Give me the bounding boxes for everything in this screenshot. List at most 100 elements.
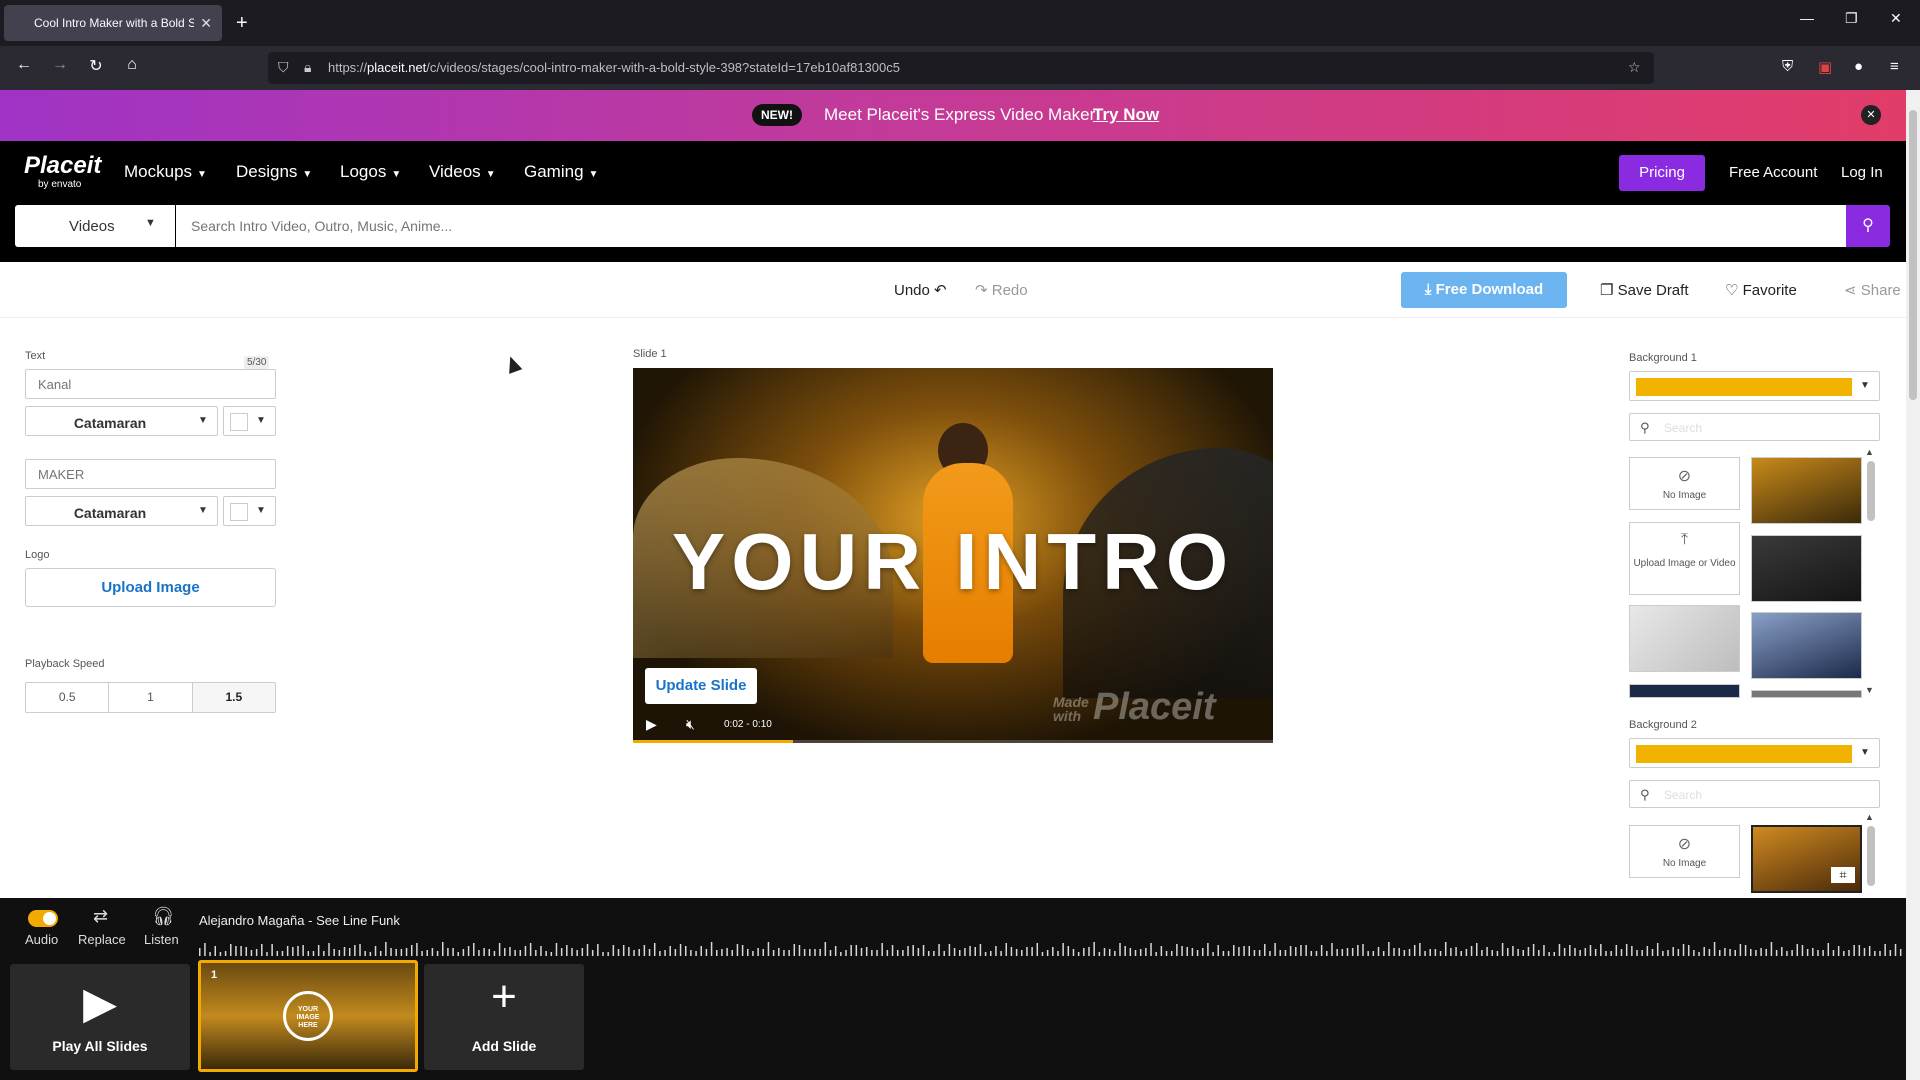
background-1-color-select[interactable]: ▼ bbox=[1629, 371, 1880, 401]
background-thumb-garage[interactable] bbox=[1751, 457, 1862, 524]
waveform-bar bbox=[348, 948, 351, 956]
waveform-bar bbox=[1553, 952, 1556, 956]
scroll-up-icon[interactable]: ▲ bbox=[1865, 812, 1874, 822]
waveform-bar bbox=[1734, 950, 1736, 956]
pricing-button[interactable]: Pricing bbox=[1619, 155, 1705, 191]
background-thumb-snow[interactable] bbox=[1751, 612, 1862, 679]
undo-button[interactable]: Undo ↶ bbox=[894, 281, 947, 299]
listen-button[interactable]: Listen bbox=[144, 932, 179, 947]
no-image-option[interactable]: ⊘ No Image bbox=[1629, 457, 1740, 510]
menu-icon[interactable]: ≡ bbox=[1890, 58, 1899, 75]
background-thumb-dark[interactable] bbox=[1751, 535, 1862, 602]
menu-designs[interactable]: Designs ▼ bbox=[236, 162, 312, 182]
slide-thumbnail-1[interactable]: 1 YOUR IMAGE HERE bbox=[198, 960, 418, 1072]
try-now-link[interactable]: Try Now bbox=[1093, 105, 1159, 125]
background-thumb-partial[interactable] bbox=[1751, 690, 1862, 698]
chevron-down-icon: ▼ bbox=[145, 217, 156, 229]
mute-icon[interactable]: 🔇︎ bbox=[686, 716, 695, 733]
background-1-scrollbar[interactable]: ▲ ▼ bbox=[1865, 447, 1877, 698]
lock-icon[interactable]: 🔒︎ bbox=[304, 59, 311, 76]
search-input[interactable] bbox=[176, 205, 1846, 247]
placeit-logo[interactable]: Placeit by envato bbox=[24, 154, 101, 191]
font-select-2[interactable]: Catamaran ▼ bbox=[25, 496, 218, 526]
audio-toggle[interactable] bbox=[28, 910, 58, 927]
window-close-icon[interactable]: ✕ bbox=[1890, 10, 1902, 27]
waveform-bar bbox=[1760, 948, 1762, 956]
waveform-bar bbox=[328, 943, 330, 956]
text-input-2[interactable] bbox=[25, 459, 276, 489]
reload-icon[interactable]: ↻ bbox=[84, 56, 108, 76]
search-category-select[interactable]: Videos ▼ bbox=[15, 205, 175, 247]
text-input-1[interactable] bbox=[25, 369, 276, 399]
search-button[interactable]: ⚲ bbox=[1846, 205, 1890, 247]
upload-image-or-video-option[interactable]: ⤒ Upload Image or Video bbox=[1629, 522, 1740, 595]
page-scroll-thumb[interactable] bbox=[1909, 110, 1917, 400]
save-draft-button[interactable]: ❐ Save Draft bbox=[1600, 281, 1689, 299]
waveform-bar bbox=[1072, 949, 1075, 956]
background-2-scrollbar[interactable]: ▲ bbox=[1865, 812, 1877, 898]
extension-icon[interactable]: ▣ bbox=[1818, 58, 1832, 76]
play-icon[interactable]: ▶ bbox=[646, 716, 657, 733]
speed-option-1-5[interactable]: 1.5 bbox=[192, 683, 275, 712]
background-2-search[interactable]: ⚲ Search bbox=[1629, 780, 1880, 808]
background-2-color-select[interactable]: ▼ bbox=[1629, 738, 1880, 768]
bookmark-star-icon[interactable]: ☆ bbox=[1628, 59, 1641, 76]
menu-logos[interactable]: Logos ▼ bbox=[340, 162, 401, 182]
background-thumb-selected[interactable]: ⌗ bbox=[1751, 825, 1862, 893]
waveform-bar bbox=[1413, 945, 1416, 956]
scroll-thumb[interactable] bbox=[1867, 461, 1875, 521]
back-icon[interactable]: ← bbox=[12, 56, 36, 74]
audio-waveform[interactable] bbox=[199, 940, 1906, 956]
waveform-bar bbox=[447, 948, 449, 956]
menu-videos[interactable]: Videos ▼ bbox=[429, 162, 496, 182]
home-icon[interactable]: ⌂ bbox=[120, 56, 144, 74]
scroll-thumb[interactable] bbox=[1867, 826, 1875, 886]
waveform-bar bbox=[1243, 946, 1245, 956]
replace-button[interactable]: Replace bbox=[78, 932, 126, 947]
update-slide-button[interactable]: Update Slide bbox=[645, 668, 757, 704]
menu-gaming[interactable]: Gaming ▼ bbox=[524, 162, 598, 182]
profile-icon[interactable]: ● bbox=[1854, 58, 1863, 75]
color-select-1[interactable]: ▼ bbox=[223, 406, 276, 436]
upload-image-button[interactable]: Upload Image bbox=[25, 568, 276, 607]
font-select-1[interactable]: Catamaran ▼ bbox=[25, 406, 218, 436]
background-thumb-partial[interactable] bbox=[1629, 684, 1740, 698]
play-all-slides-button[interactable]: ▶ Play All Slides bbox=[10, 964, 190, 1070]
background-thumb-marble[interactable] bbox=[1629, 605, 1740, 672]
scroll-up-icon[interactable]: ▲ bbox=[1865, 447, 1874, 457]
redo-button[interactable]: ↷ Redo bbox=[975, 281, 1028, 299]
shield-icon[interactable]: ⛉ bbox=[278, 59, 289, 76]
add-slide-button[interactable]: + Add Slide bbox=[424, 964, 584, 1070]
free-account-link[interactable]: Free Account bbox=[1729, 164, 1817, 181]
menu-mockups[interactable]: Mockups ▼ bbox=[124, 162, 207, 182]
favorite-button[interactable]: ♡ Favorite bbox=[1725, 281, 1797, 299]
video-progress-bar[interactable] bbox=[633, 740, 1273, 743]
waveform-bar bbox=[1724, 948, 1726, 956]
url-bar[interactable]: ⛉ 🔒︎ https://placeit.net/c/videos/stages… bbox=[268, 52, 1654, 84]
free-download-button[interactable]: ⤓ Free Download bbox=[1401, 272, 1567, 308]
login-link[interactable]: Log In bbox=[1841, 164, 1883, 181]
speed-option-0-5[interactable]: 0.5 bbox=[26, 683, 110, 712]
minimize-icon[interactable]: — bbox=[1800, 10, 1814, 26]
replace-icon[interactable]: ⇄ bbox=[93, 906, 108, 927]
waveform-bar bbox=[1295, 947, 1297, 956]
restore-icon[interactable]: ❐ bbox=[1845, 10, 1858, 27]
color-select-2[interactable]: ▼ bbox=[223, 496, 276, 526]
share-button[interactable]: ⋖ Share bbox=[1844, 281, 1901, 299]
speed-option-1[interactable]: 1 bbox=[109, 683, 193, 712]
scroll-down-icon[interactable]: ▼ bbox=[1865, 685, 1874, 695]
crop-icon[interactable]: ⌗ bbox=[1831, 867, 1855, 883]
background-1-search[interactable]: ⚲ Search bbox=[1629, 413, 1880, 441]
pocket-icon[interactable]: ⛨ bbox=[1782, 58, 1793, 75]
new-tab-icon[interactable]: + bbox=[236, 10, 248, 36]
page-scrollbar[interactable] bbox=[1906, 90, 1920, 1080]
browser-tab[interactable]: Cool Intro Maker with a Bold St ✕ bbox=[4, 5, 222, 41]
headphones-icon[interactable]: 🎧︎ bbox=[152, 906, 175, 927]
waveform-bar bbox=[902, 950, 904, 956]
waveform-bar bbox=[829, 950, 832, 956]
close-banner-icon[interactable]: ✕ bbox=[1861, 105, 1881, 125]
waveform-bar bbox=[416, 943, 418, 956]
forward-icon[interactable]: → bbox=[48, 56, 72, 74]
close-tab-icon[interactable]: ✕ bbox=[200, 15, 212, 32]
no-image-option[interactable]: ⊘ No Image bbox=[1629, 825, 1740, 878]
